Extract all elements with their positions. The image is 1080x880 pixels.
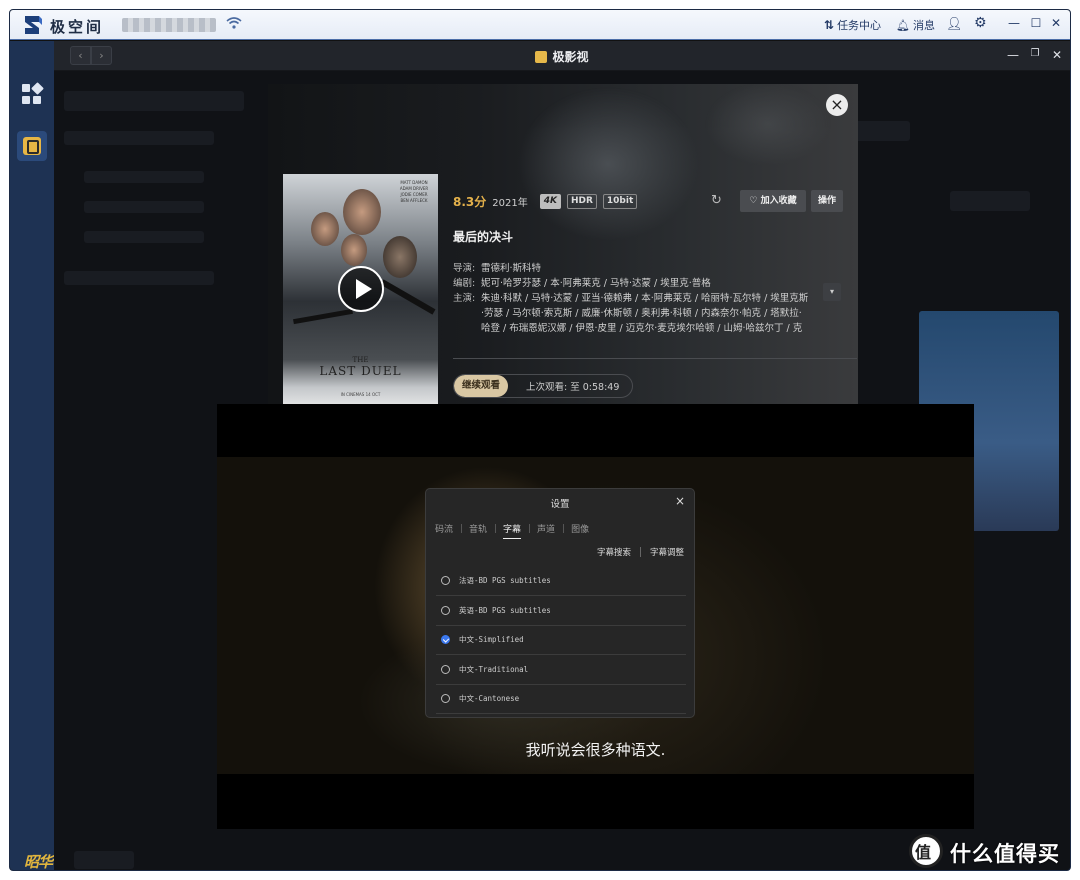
apps-icon[interactable]	[17, 79, 47, 109]
rating-score: 8.3分	[453, 194, 487, 209]
watermark-logo: 昭华阁	[24, 853, 53, 871]
radio-icon	[441, 606, 450, 615]
cast-key: 主演:	[453, 293, 476, 304]
app-restore-icon[interactable]: ❐	[1028, 48, 1042, 59]
movie-app-icon[interactable]	[17, 131, 47, 161]
badge-4k: 4K	[539, 193, 561, 209]
subtitle-option[interactable]: 英语-BD PGS subtitles	[436, 596, 686, 626]
smzdm-watermark: 什么值得买	[950, 842, 1060, 866]
brand-name: 极空间	[50, 18, 105, 36]
settings-dialog: 设置 × 码流 音轨 字幕 声道 图像 字幕搜索 字幕调整 法语-BD PGS …	[425, 488, 695, 718]
device-address	[122, 18, 216, 32]
subtitle-option[interactable]: 中文-Cantonese	[436, 684, 686, 714]
divider	[453, 358, 857, 359]
radio-icon	[441, 576, 450, 585]
settings-title: 设置	[550, 499, 570, 510]
video-player[interactable]: 我听说会很多种语文. 设置 × 码流 音轨 字幕 声道 图像 字幕搜索 字幕调整…	[217, 404, 974, 829]
director-key: 导演:	[453, 263, 476, 274]
subtitle-search-button[interactable]: 字幕搜索	[597, 546, 631, 558]
favorite-icon: ♡	[749, 196, 761, 206]
cast-row: 主演: 朱迪·科默 / 马特·达蒙 / 亚当·德赖弗 / 本·阿弗莱克 / 哈丽特…	[453, 291, 853, 336]
settings-tabs: 码流 音轨 字幕 声道 图像	[435, 522, 597, 539]
radio-icon	[441, 665, 450, 674]
smzdm-logo-icon: 值	[909, 834, 943, 868]
subtitle-option[interactable]: 法语-BD PGS subtitles	[436, 566, 686, 596]
badge-hdr: HDR	[566, 193, 597, 209]
cast-value[interactable]: 朱迪·科默 / 马特·达蒙 / 亚当·德赖弗 / 本·阿弗莱克 / 哈丽特·瓦尔…	[481, 291, 811, 336]
app-title: 极影视	[54, 48, 1070, 65]
app-logo-icon	[535, 51, 548, 63]
badge-10bit: 10bit	[602, 193, 638, 209]
minimize-icon[interactable]: —	[1006, 16, 1022, 30]
messages-button[interactable]: 🔔︎ 消息	[896, 17, 935, 33]
operate-button[interactable]: 操作	[811, 190, 843, 212]
subtitle-option-selected[interactable]: 中文-Simplified	[436, 625, 686, 655]
subtitle-text: 我听说会很多种语文.	[525, 741, 666, 759]
movie-info: 8.3分 2021年 4K HDR 10bit ↻ ♡ 加入收藏 操作 最后的决…	[453, 190, 853, 336]
continue-watching-button[interactable]: 继续观看	[454, 375, 509, 397]
task-center-label: 任务中心	[837, 19, 882, 32]
app-title-text: 极影视	[552, 50, 589, 64]
subtitle-option-label: 中文-Cantonese	[459, 694, 520, 703]
radio-icon	[441, 694, 450, 703]
play-button[interactable]	[338, 266, 384, 312]
poster-title-small: THE	[352, 356, 369, 364]
add-favorite-label: 加入收藏	[760, 196, 797, 206]
writer-value[interactable]: 妮可·哈罗芬瑟 / 本·阿弗莱克 / 马特·达蒙 / 埃里克·普格	[481, 278, 711, 289]
settings-close-icon[interactable]: ×	[675, 494, 685, 508]
close-detail-button[interactable]: ×	[826, 94, 848, 116]
messages-label: 消息	[912, 19, 935, 32]
logo-icon	[25, 16, 42, 34]
tab-bitrate[interactable]: 码流	[435, 522, 461, 535]
sidebar: 昭华阁	[10, 41, 54, 870]
expand-cast-icon[interactable]: ▾	[823, 283, 841, 301]
gear-icon[interactable]: ⚙	[974, 15, 987, 31]
poster-credits: MATT DAMON ADAM DRIVER JODIE COMER BEN A…	[399, 180, 429, 203]
director-row: 导演: 雷德利·斯科特	[453, 261, 853, 276]
tab-audio-track[interactable]: 音轨	[461, 522, 495, 535]
smzdm-logo-text: 值	[915, 843, 932, 862]
user-icon[interactable]: 👤︎	[946, 17, 963, 32]
subtitle-option-label: 中文-Simplified	[459, 635, 524, 644]
writer-row: 编剧: 妮可·哈罗芬瑟 / 本·阿弗莱克 / 马特·达蒙 / 埃里克·普格	[453, 276, 853, 291]
poster-tagline: IN CINEMAS 14 OCT	[340, 392, 381, 397]
app-title-bar: ‹ › 极影视 — ❐ ✕	[54, 41, 1070, 71]
radio-checked-icon	[441, 635, 450, 644]
tab-channels[interactable]: 声道	[529, 522, 563, 535]
system-top-bar: 极空间 ⇅ 任务中心 🔔︎ 消息 👤︎ ⚙ — ☐ ✕	[10, 10, 1070, 40]
close-icon[interactable]: ✕	[1048, 16, 1064, 30]
last-watched-text: 上次观看: 至 0:58:49	[526, 382, 620, 393]
tab-subtitles[interactable]: 字幕	[495, 522, 529, 539]
maximize-icon[interactable]: ☐	[1028, 16, 1044, 30]
transfer-icon: ⇅	[824, 18, 835, 32]
subtitle-adjust-button[interactable]: 字幕调整	[650, 546, 684, 558]
poster-title: LAST DUEL	[319, 364, 402, 378]
writer-key: 编剧:	[453, 278, 476, 289]
subtitle-option-label: 英语-BD PGS subtitles	[459, 606, 551, 615]
movie-poster[interactable]: MATT DAMON ADAM DRIVER JODIE COMER BEN A…	[283, 174, 438, 406]
movie-detail-panel: × MATT DAMON ADAM DRIVER JODIE COMER BEN…	[268, 84, 858, 406]
bell-icon: 🔔︎	[896, 18, 910, 32]
refresh-icon[interactable]: ↻	[711, 193, 722, 208]
wifi-icon	[226, 17, 242, 29]
movie-title: 最后的决斗	[453, 230, 514, 244]
resume-bar: 继续观看 上次观看: 至 0:58:49	[453, 374, 634, 398]
release-year: 2021年	[492, 197, 528, 209]
tab-image[interactable]: 图像	[563, 522, 597, 535]
task-center-button[interactable]: ⇅ 任务中心	[824, 17, 881, 33]
app-window: 极空间 ⇅ 任务中心 🔔︎ 消息 👤︎ ⚙ — ☐ ✕ 昭华 ‹ › 极影视 —…	[9, 9, 1071, 871]
add-favorite-button[interactable]: ♡ 加入收藏	[740, 190, 806, 212]
director-value[interactable]: 雷德利·斯科特	[481, 263, 541, 274]
app-minimize-icon[interactable]: —	[1006, 48, 1020, 62]
subtitle-actions: 字幕搜索 字幕调整	[597, 546, 684, 558]
subtitle-option-label: 中文-Traditional	[459, 665, 529, 674]
app-close-icon[interactable]: ✕	[1050, 48, 1064, 62]
subtitle-option-label: 法语-BD PGS subtitles	[459, 576, 551, 585]
subtitle-option[interactable]: 中文-Traditional	[436, 655, 686, 685]
